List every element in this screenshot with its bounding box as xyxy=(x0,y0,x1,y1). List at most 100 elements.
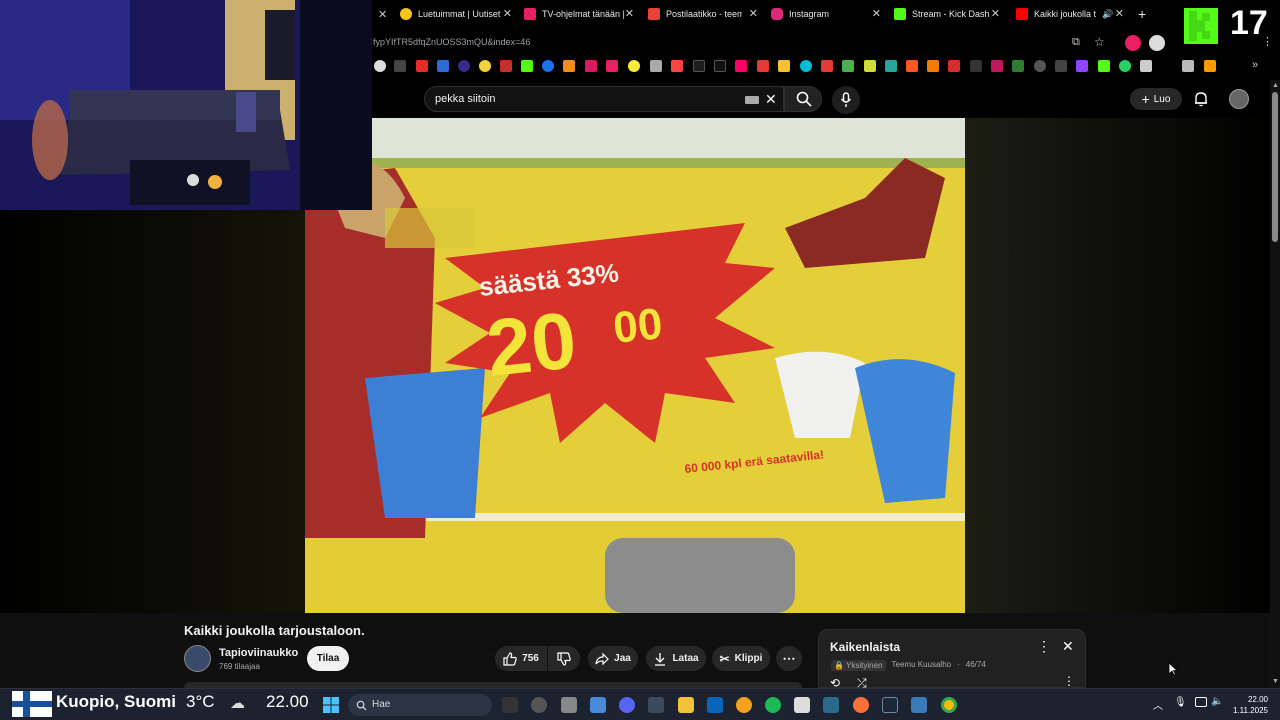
weather-temperature[interactable]: 3°C xyxy=(186,692,215,712)
steam-icon[interactable] xyxy=(882,697,898,713)
bookmark-star-icon[interactable]: ☆ xyxy=(1094,35,1105,49)
close-icon[interactable]: ✕ xyxy=(625,7,634,20)
page-scrollbar[interactable]: ▲ ▼ xyxy=(1270,80,1280,688)
bookmark-icon[interactable] xyxy=(800,60,812,72)
bookmark-icon[interactable] xyxy=(606,60,618,72)
subscribe-button[interactable]: Tilaa xyxy=(307,646,349,671)
tab-kick-dashboard[interactable]: Stream - Kick Dashbo ✕ xyxy=(894,4,1000,24)
bookmark-icon[interactable] xyxy=(437,60,449,72)
share-button[interactable]: Jaa xyxy=(588,646,638,671)
tab-instagram[interactable]: Instagram ✕ xyxy=(771,4,881,24)
bookmark-icon[interactable] xyxy=(542,60,554,72)
bookmark-icon[interactable] xyxy=(1034,60,1046,72)
bookmark-icon[interactable] xyxy=(1140,60,1152,72)
weather-location[interactable]: Kuopio, Suomi xyxy=(56,692,176,712)
app-icon[interactable] xyxy=(736,697,752,713)
playlist-owner[interactable]: Teemu Kuusalho xyxy=(892,660,952,671)
bookmark-icon[interactable] xyxy=(585,60,597,72)
app-icon[interactable] xyxy=(911,697,927,713)
app-icon[interactable] xyxy=(794,697,810,713)
bookmark-icon[interactable] xyxy=(1098,60,1110,72)
download-button[interactable]: Lataa xyxy=(646,646,706,671)
search-button[interactable] xyxy=(784,86,822,112)
bookmark-icon[interactable] xyxy=(500,60,512,72)
bookmark-icon[interactable] xyxy=(374,60,386,72)
playlist-title[interactable]: Kaikenlaista xyxy=(830,640,900,654)
bookmark-icon[interactable] xyxy=(948,60,960,72)
scroll-thumb[interactable] xyxy=(1272,92,1278,242)
file-explorer-icon[interactable] xyxy=(678,697,694,713)
tray-chevron-icon[interactable]: ︿ xyxy=(1153,697,1163,712)
chrome-icon[interactable] xyxy=(941,697,957,713)
discord-icon[interactable] xyxy=(619,697,635,713)
bookmark-icon[interactable] xyxy=(479,60,491,72)
like-button[interactable]: 756 xyxy=(495,646,547,671)
bookmark-icon[interactable] xyxy=(991,60,1003,72)
bookmark-icon[interactable] xyxy=(1204,60,1216,72)
playlist-more-icon[interactable]: ⋮ xyxy=(1063,674,1075,688)
bookmark-icon[interactable] xyxy=(735,60,747,72)
close-icon[interactable]: ✕ xyxy=(991,7,1000,20)
bookmark-icon[interactable] xyxy=(906,60,918,72)
bookmark-icon[interactable] xyxy=(416,60,428,72)
tab-tv-ohjelmat[interactable]: TV-ohjelmat tänään | ✕ xyxy=(524,4,634,24)
bookmark-icon[interactable] xyxy=(885,60,897,72)
url-text[interactable]: fypYIfTR5dfqZnUOSS3mQU&index=46 xyxy=(373,37,530,47)
close-icon[interactable]: ✕ xyxy=(1115,7,1124,20)
bookmark-icon[interactable] xyxy=(1012,60,1024,72)
bookmark-icon[interactable] xyxy=(970,60,982,72)
playlist-menu-icon[interactable]: ⋮ xyxy=(1037,638,1051,655)
bookmark-icon[interactable] xyxy=(394,60,406,72)
bookmark-icon[interactable] xyxy=(1119,60,1131,72)
app-icon[interactable] xyxy=(561,697,577,713)
bookmark-icon[interactable] xyxy=(693,60,705,72)
microphone-icon[interactable]: 🎙 xyxy=(1174,697,1187,708)
voice-search-button[interactable] xyxy=(832,86,860,114)
bookmark-icon[interactable] xyxy=(1055,60,1067,72)
bookmark-icon[interactable] xyxy=(1076,60,1088,72)
windows-start-icon[interactable] xyxy=(323,697,339,713)
audio-app-icon[interactable] xyxy=(502,697,518,713)
bookmark-icon[interactable] xyxy=(864,60,876,72)
bookmark-icon[interactable] xyxy=(1182,60,1194,72)
network-icon[interactable] xyxy=(1195,697,1207,707)
scroll-down-icon[interactable]: ▼ xyxy=(1272,678,1279,685)
scroll-up-icon[interactable]: ▲ xyxy=(1272,82,1279,89)
channel-avatar[interactable] xyxy=(184,645,211,672)
tab-close-button[interactable]: ✕ xyxy=(378,4,388,24)
bookmark-icon[interactable] xyxy=(757,60,769,72)
clear-search-icon[interactable]: ✕ xyxy=(765,91,777,108)
extension-icon[interactable] xyxy=(1125,35,1141,51)
bookmark-icon[interactable] xyxy=(650,60,662,72)
profile-avatar[interactable] xyxy=(1149,35,1165,51)
outlook-icon[interactable] xyxy=(707,697,723,713)
firefox-icon[interactable] xyxy=(853,697,869,713)
tab-youtube-active[interactable]: Kaikki joukolla ta 🔊 ✕ xyxy=(1016,4,1124,24)
search-query[interactable]: pekka siitoin xyxy=(435,93,496,105)
close-icon[interactable]: ✕ xyxy=(1062,638,1074,655)
app-icon[interactable] xyxy=(531,697,547,713)
create-button[interactable]: + Luo xyxy=(1130,88,1182,110)
bookmark-icon[interactable] xyxy=(714,60,726,72)
close-icon[interactable]: ✕ xyxy=(749,7,758,20)
tab-uutiset[interactable]: Luetuimmat | Uutiset ✕ xyxy=(400,4,512,24)
bookmark-icon[interactable] xyxy=(927,60,939,72)
video-player[interactable]: säästä 33% 20 00 60 000 kpl erä saatavil… xyxy=(305,118,965,613)
bookmark-icon[interactable] xyxy=(821,60,833,72)
bookmark-icon[interactable] xyxy=(778,60,790,72)
taskbar-search[interactable]: Hae xyxy=(348,694,492,716)
more-actions-button[interactable]: ⋯ xyxy=(776,646,802,671)
channel-name[interactable]: Tapioviinaukko xyxy=(219,647,298,659)
new-tab-button[interactable]: + xyxy=(1138,4,1150,24)
search-input[interactable]: pekka siitoin ✕ xyxy=(424,86,784,112)
cast-icon[interactable]: ⧉ xyxy=(1072,36,1080,49)
bookmark-icon[interactable] xyxy=(563,60,575,72)
keyboard-icon[interactable] xyxy=(745,96,759,104)
bookmark-icon[interactable] xyxy=(671,60,683,72)
notifications-bell-icon[interactable] xyxy=(1193,91,1209,107)
bookmark-icon[interactable] xyxy=(842,60,854,72)
bookmark-icon[interactable] xyxy=(458,60,470,72)
bookmark-icon[interactable] xyxy=(521,60,533,72)
close-icon[interactable]: ✕ xyxy=(503,7,512,20)
settings-gear-icon[interactable] xyxy=(648,697,664,713)
